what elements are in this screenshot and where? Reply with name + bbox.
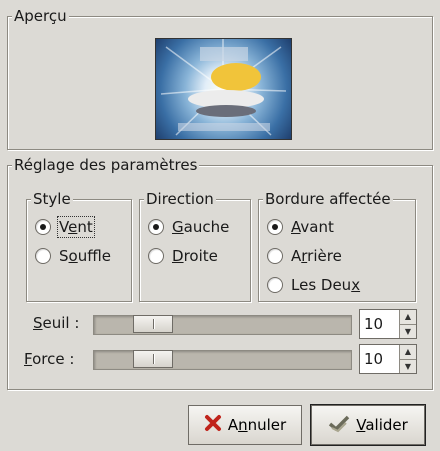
radio-direction-right-label: Droite <box>172 247 218 265</box>
radio-style-blow[interactable]: Souffle <box>35 247 111 265</box>
preview-artwork <box>160 39 287 136</box>
cross-icon <box>204 414 222 436</box>
spin-down-icon[interactable]: ▼ <box>400 359 416 374</box>
preview-image <box>155 38 292 140</box>
preview-frame-label: Aperçu <box>12 7 69 25</box>
radio-edge-both-label: Les Deux <box>291 276 361 294</box>
strength-spinbutton[interactable]: ▲ ▼ <box>359 344 417 374</box>
radio-style-wind-label: Vent <box>57 216 95 238</box>
threshold-label: Seuil : <box>33 314 80 332</box>
threshold-spinbutton[interactable]: ▲ ▼ <box>359 309 417 339</box>
radio-indicator[interactable] <box>267 248 283 264</box>
radio-direction-right[interactable]: Droite <box>148 247 218 265</box>
direction-group-label: Direction <box>144 190 216 208</box>
check-icon <box>328 413 350 437</box>
radio-edge-both[interactable]: Les Deux <box>267 276 360 294</box>
strength-label: Force : <box>24 350 75 368</box>
cancel-button-label: Annuler <box>227 416 287 434</box>
radio-style-wind[interactable]: Vent <box>35 216 95 238</box>
threshold-slider-thumb[interactable] <box>133 315 173 333</box>
ok-button-label: Valider <box>356 416 408 434</box>
spin-up-icon[interactable]: ▲ <box>400 310 416 324</box>
radio-indicator[interactable] <box>35 248 51 264</box>
style-group-label: Style <box>31 190 73 208</box>
spin-up-icon[interactable]: ▲ <box>400 345 416 359</box>
threshold-slider[interactable] <box>93 315 352 335</box>
strength-value-input[interactable] <box>360 345 398 373</box>
spin-down-icon[interactable]: ▼ <box>400 324 416 339</box>
threshold-value-input[interactable] <box>360 310 398 338</box>
strength-slider[interactable] <box>93 350 352 370</box>
strength-slider-thumb[interactable] <box>133 350 173 368</box>
cancel-button[interactable]: Annuler <box>188 405 302 445</box>
radio-indicator[interactable] <box>148 248 164 264</box>
radio-edge-leading-label: Avant <box>291 218 334 236</box>
threshold-spin-buttons: ▲ ▼ <box>399 310 416 338</box>
radio-edge-trailing-label: Arrière <box>291 247 342 265</box>
strength-spin-buttons: ▲ ▼ <box>399 345 416 373</box>
radio-indicator[interactable] <box>35 219 51 235</box>
radio-style-blow-label: Souffle <box>59 247 111 265</box>
radio-direction-left-label: Gauche <box>172 218 230 236</box>
radio-indicator[interactable] <box>267 219 283 235</box>
radio-edge-leading[interactable]: Avant <box>267 218 334 236</box>
radio-indicator[interactable] <box>148 219 164 235</box>
radio-direction-left[interactable]: Gauche <box>148 218 229 236</box>
settings-frame-label: Réglage des paramètres <box>12 156 200 174</box>
radio-indicator[interactable] <box>267 277 283 293</box>
radio-edge-trailing[interactable]: Arrière <box>267 247 342 265</box>
ok-button[interactable]: Valider <box>311 405 425 445</box>
edge-group-label: Bordure affectée <box>263 190 393 208</box>
